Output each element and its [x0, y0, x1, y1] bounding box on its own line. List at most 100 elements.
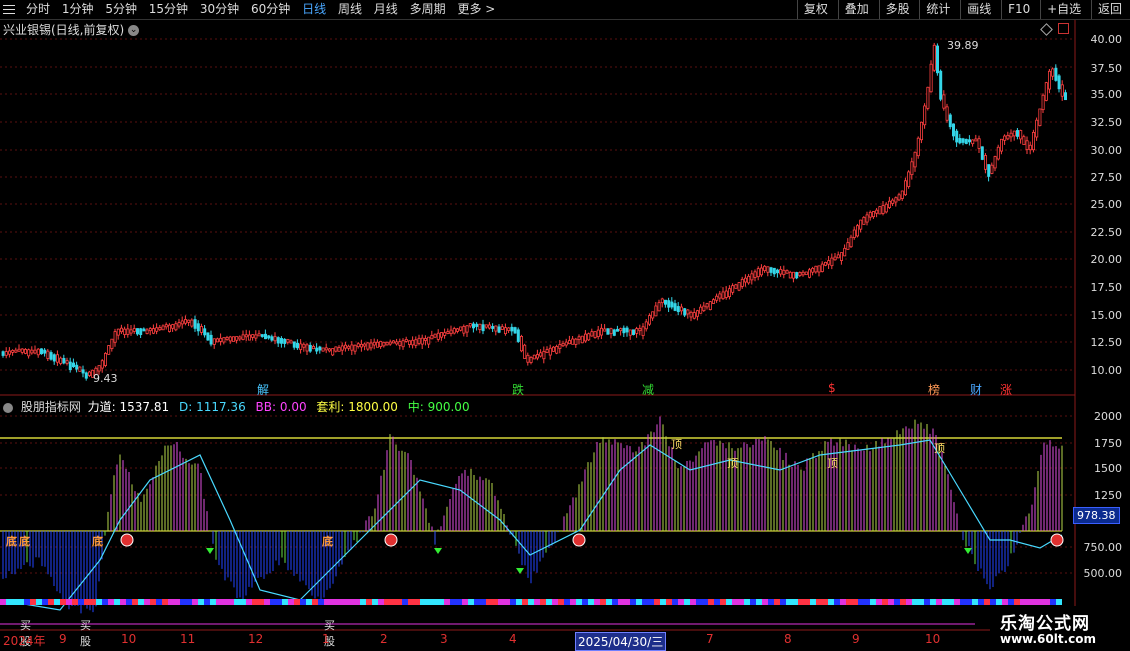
candle-body — [158, 327, 162, 331]
candle-body — [564, 341, 568, 346]
signal-strip-cell — [294, 599, 300, 605]
candle-body — [436, 332, 440, 340]
watermark-title: 乐淘公式网 — [1000, 614, 1090, 634]
candle-body — [692, 312, 696, 319]
indicator-current-value: 978.38 — [1073, 507, 1120, 524]
signal-strip-cell — [1026, 599, 1032, 605]
signal-strip-cell — [120, 599, 126, 605]
candle-body — [462, 326, 466, 334]
selected-date-label[interactable]: 2025/04/30/三 — [575, 632, 667, 651]
event-marker-die[interactable]: 跌 — [512, 381, 524, 398]
candle-body — [606, 328, 610, 335]
signal-strip-cell — [618, 599, 624, 605]
candle-body — [513, 327, 517, 334]
candle-body — [167, 324, 171, 332]
candle-body — [974, 138, 978, 142]
candle-body — [961, 138, 965, 143]
candle-body — [721, 291, 725, 300]
candle-body — [632, 329, 636, 335]
signal-strip-cell — [168, 599, 174, 605]
di-label: 底 — [92, 535, 103, 548]
signal-strip-cell — [930, 599, 936, 605]
candle-body — [72, 362, 76, 368]
candle-body — [846, 242, 850, 250]
candle-body — [17, 348, 21, 352]
candle-body — [59, 357, 63, 364]
candle-body — [548, 347, 552, 356]
candle-body — [81, 369, 85, 374]
candle-body — [804, 271, 808, 276]
signal-strip-cell — [468, 599, 474, 605]
candle-body — [670, 301, 674, 308]
candle-body — [503, 327, 507, 335]
signal-strip-cell — [798, 599, 804, 605]
candle-body — [299, 343, 303, 350]
signal-strip-cell — [624, 599, 630, 605]
candle-body — [174, 323, 178, 331]
candle-body — [1016, 130, 1020, 137]
signal-strip-cell — [726, 599, 732, 605]
event-marker-jian[interactable]: 减 — [642, 381, 654, 398]
signal-strip-cell — [222, 599, 228, 605]
candle-body — [753, 271, 757, 278]
candle-body — [206, 332, 210, 341]
candle-body — [728, 288, 732, 297]
candle-body — [500, 326, 504, 330]
signal-strip-cell — [744, 599, 750, 605]
candle-body — [494, 325, 498, 332]
signal-strip-cell — [702, 599, 708, 605]
candle-body — [859, 219, 863, 230]
event-marker-cai[interactable]: 财 — [970, 381, 982, 398]
signal-strip-cell — [606, 599, 612, 605]
candle-body — [113, 331, 117, 343]
candle-body — [625, 327, 629, 333]
candle-body — [590, 331, 594, 337]
down-arrow-icon — [964, 548, 972, 554]
signal-strip-cell — [444, 599, 450, 605]
signal-circle — [384, 533, 398, 547]
candle-body — [161, 325, 165, 331]
indicator-lidao: 力道: 1537.81 — [87, 400, 170, 414]
indicator-tick: 750.00 — [1083, 541, 1123, 554]
event-marker-dollar[interactable]: $ — [828, 381, 836, 395]
candle-body — [782, 269, 786, 276]
chart-canvas[interactable] — [0, 0, 1130, 650]
candle-body — [11, 350, 15, 353]
date-label: 8 — [784, 632, 792, 646]
event-marker-zhang[interactable]: 涨 — [1000, 381, 1012, 398]
candle-body — [308, 344, 312, 352]
signal-strip-cell — [1008, 599, 1014, 605]
signal-strip-cell — [276, 599, 282, 605]
candle-body — [648, 315, 652, 325]
candle-body — [740, 278, 744, 287]
candle-body — [49, 352, 53, 360]
signal-strip-cell — [102, 599, 108, 605]
signal-strip-cell — [1014, 599, 1020, 605]
candle-body — [612, 329, 616, 336]
candle-body — [379, 340, 383, 347]
event-marker-jie[interactable]: 解 — [257, 381, 269, 398]
signal-strip-cell — [804, 599, 810, 605]
signal-strip-cell — [246, 599, 252, 605]
candle-body — [235, 336, 239, 341]
candle-body — [372, 341, 376, 346]
indicator-d: D: 1117.36 — [178, 400, 246, 414]
candle-body — [596, 329, 600, 338]
signal-strip-cell — [234, 599, 240, 605]
candle-body — [318, 346, 322, 351]
candle-body — [827, 260, 831, 265]
candle-body — [414, 339, 418, 346]
candle-body — [552, 346, 556, 352]
signal-strip-cell — [678, 599, 684, 605]
indicator-title[interactable]: 股朋指标网 力道: 1537.81 D: 1117.36 BB: 0.00 套利… — [3, 398, 476, 415]
signal-strip-cell — [528, 599, 534, 605]
candle-body — [327, 348, 331, 352]
signal-strip-cell — [558, 599, 564, 605]
signal-strip-cell — [438, 599, 444, 605]
signal-strip-cell — [1056, 599, 1062, 605]
watermark: 乐淘公式网 www.60lt.com — [990, 606, 1130, 650]
candle-body — [657, 302, 661, 312]
candle-body — [641, 326, 645, 337]
event-marker-bang[interactable]: 榜 — [928, 381, 940, 398]
candle-body — [763, 265, 767, 271]
